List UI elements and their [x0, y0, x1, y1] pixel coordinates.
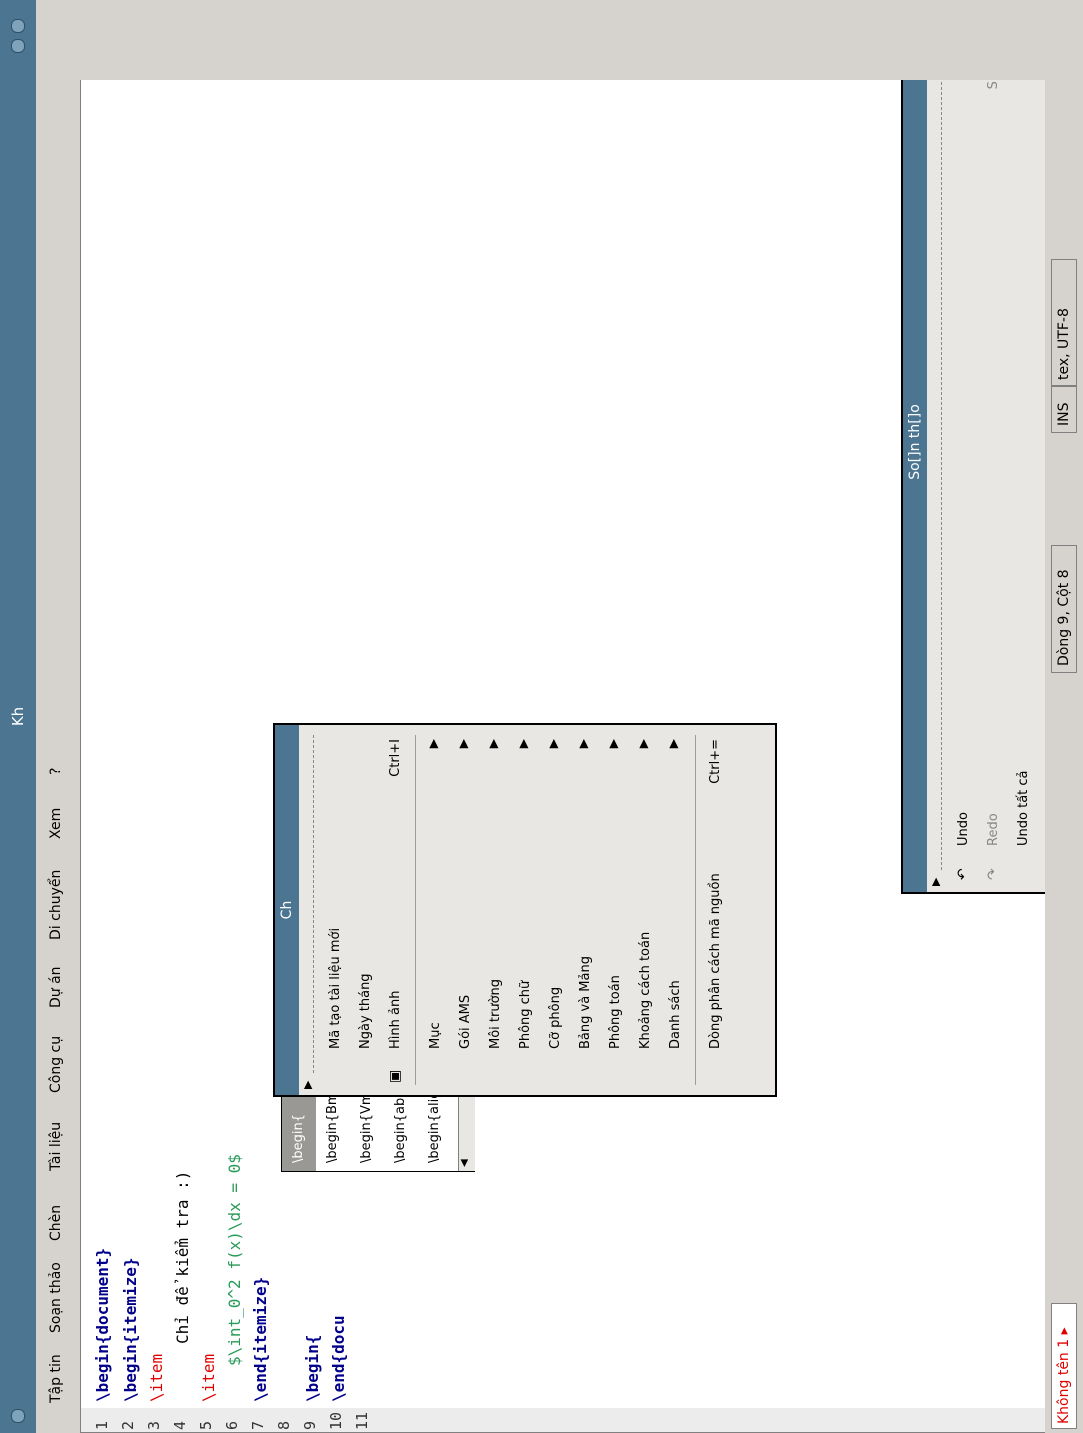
status-position: Dòng 9, Cột 8 — [1051, 545, 1077, 673]
menu-item-label: Undo tất cả — [1016, 770, 1031, 847]
menu-item-label: Phông toán — [608, 975, 623, 1049]
menu-item[interactable]: ▣ Hình ảnh Ctrl+I — [381, 725, 411, 1095]
submenu-arrow-icon: ▶ — [456, 739, 470, 749]
line-number: 1 — [93, 1420, 111, 1430]
menu-separator — [415, 735, 416, 1085]
title-bar: Kh — [0, 0, 36, 1433]
menu-navigate[interactable]: Di chuyển — [48, 870, 64, 940]
menu-item[interactable]: Danh sách ▶ — [661, 725, 691, 1095]
line-number: 9 — [301, 1420, 319, 1430]
tearoff-arrow-icon[interactable]: ▶ — [301, 1081, 314, 1089]
menu-separator — [695, 735, 696, 1085]
menu-item-label: Phông chữ — [518, 980, 533, 1049]
line-number: 6 — [223, 1420, 241, 1430]
menu-item[interactable]: Undo tất cả — [1009, 0, 1039, 892]
tab-label: Không tên 1 — [1056, 1338, 1072, 1424]
menu-help[interactable]: ? — [48, 768, 64, 775]
code-line-6: $\int_0^2 f(x)\dx = 0$ — [225, 1154, 244, 1366]
menu-item-shortcut: Ctrl+I — [388, 739, 403, 777]
window-title: Kh — [9, 706, 27, 727]
undo-icon: ↶ — [955, 868, 971, 880]
menu-item[interactable]: Mục ▶ — [421, 725, 451, 1095]
image-icon: ▣ — [387, 1069, 403, 1083]
maximize-icon[interactable] — [11, 39, 25, 53]
menu-item-label: Ngày tháng — [358, 973, 373, 1049]
redo-icon: ↷ — [985, 868, 1001, 880]
menu-item-label: Cỡ phông — [548, 986, 563, 1049]
code-line-2: \begin{itemize} — [121, 1257, 140, 1403]
line-number: 10 — [327, 1411, 345, 1430]
menu-item[interactable]: ↷RedoShift+Ctrl+Z — [979, 0, 1009, 892]
tearoff-line[interactable] — [313, 735, 314, 1073]
menu-item[interactable]: Cỡ phông ▶ — [541, 725, 571, 1095]
submenu-arrow-icon: ▶ — [516, 739, 530, 749]
code-line-5: \item — [199, 1353, 218, 1402]
menu-item-label: Gói AMS — [458, 994, 473, 1049]
line-number: 11 — [353, 1411, 371, 1430]
insert-menu: Ch ▶ Mã tạo tài liệu mới Ngày tháng ▣ Hình … — [273, 723, 777, 1097]
menu-item-label: Hình ảnh — [388, 990, 403, 1049]
close-icon[interactable] — [11, 19, 25, 33]
menu-item-label: Undo — [956, 812, 971, 846]
code-line-10: \end{docu — [329, 1315, 348, 1402]
menu-insert[interactable]: Chèn — [48, 1205, 64, 1241]
tearoff-arrow-icon[interactable]: ▶ — [929, 878, 942, 886]
menu-tools[interactable]: Công cụ — [48, 1036, 64, 1093]
status-bar: Không tên 1 ▸ Dòng 9, Cột 8 INS tex, UTF… — [1045, 80, 1083, 1433]
menu-item[interactable]: Bảng và Mảng ▶ — [571, 725, 601, 1095]
menu-item-label: Redo — [986, 813, 1001, 846]
menu-item-label: Bảng và Mảng — [578, 956, 593, 1049]
menu-item-label: Mục — [428, 1022, 443, 1049]
line-number: 2 — [119, 1420, 137, 1430]
menu-item[interactable]: Ngày tháng — [351, 725, 381, 1095]
menu-item[interactable]: Mã tạo tài liệu mới — [321, 725, 351, 1095]
code-line-1: \begin{document} — [93, 1247, 112, 1402]
tearoff-line[interactable] — [941, 2, 942, 870]
menu-item[interactable]: ↶UndoCtrl+Z — [949, 0, 979, 892]
menu-item-label: Dòng phân cách mã nguồn — [708, 873, 723, 1049]
submenu-arrow-icon: ▶ — [546, 739, 560, 749]
menu-item-label: Danh sách — [668, 980, 683, 1049]
menu-item-shortcut: Ctrl+= — [708, 739, 723, 784]
code-editor[interactable]: 1 2 3 4 5 6 7 8 9 10 11 \begin{document} \begin{it… — [80, 0, 1083, 1433]
line-number: 8 — [275, 1420, 293, 1430]
code-line-3: \item — [147, 1353, 166, 1402]
edit-menu-title: So[]n th[]o — [903, 0, 927, 892]
menu-view[interactable]: Xem — [48, 808, 64, 839]
menu-edit[interactable]: Soạn thảo — [48, 1262, 64, 1333]
insert-menu-title: Ch — [275, 725, 299, 1095]
code-line-7: \end{itemize} — [251, 1276, 270, 1402]
submenu-arrow-icon: ▶ — [636, 739, 650, 749]
menu-document[interactable]: Tài liệu — [48, 1122, 64, 1171]
status-encoding: tex, UTF-8 — [1051, 259, 1077, 387]
submenu-arrow-icon: ▶ — [426, 739, 440, 749]
line-number: 3 — [145, 1420, 163, 1430]
submenu-arrow-icon: ▶ — [486, 739, 500, 749]
submenu-arrow-icon: ▶ — [666, 739, 680, 749]
line-number: 5 — [197, 1420, 215, 1430]
menu-bar: Tập tin Soạn thảo Chèn Tài liệu Công cụ … — [36, 0, 81, 1433]
side-panel — [80, 0, 1083, 80]
menu-file[interactable]: Tập tin — [48, 1354, 64, 1403]
menu-item-label: Mã tạo tài liệu mới — [328, 927, 343, 1049]
submenu-arrow-icon: ▶ — [606, 739, 620, 749]
line-number: 7 — [249, 1420, 267, 1430]
menu-item[interactable]: Gói AMS ▶ — [451, 725, 481, 1095]
line-number: 4 — [171, 1420, 189, 1430]
menu-project[interactable]: Dự án — [48, 966, 64, 1008]
submenu-arrow-icon: ▶ — [576, 739, 590, 749]
menu-item[interactable]: Phông chữ ▶ — [511, 725, 541, 1095]
status-mode: INS — [1051, 385, 1077, 433]
menu-item[interactable]: Phông toán ▶ — [601, 725, 631, 1095]
rotated-window: Kh Tập tin Soạn thảo Chèn Tài liệu Công … — [0, 0, 1083, 1433]
menu-item-label: Khoảng cách toán — [638, 931, 653, 1049]
scroll-left-icon[interactable]: ◀ — [459, 1159, 470, 1167]
code-line-4: Chỉ để kiểm tra :) — [173, 1170, 192, 1344]
menu-item-label: Môi trường — [488, 978, 503, 1049]
code-line-9: \begin{ — [303, 1334, 322, 1402]
tab-untitled[interactable]: Không tên 1 ▸ — [1051, 1303, 1077, 1429]
menu-item[interactable]: Môi trường ▶ — [481, 725, 511, 1095]
menu-item[interactable]: Dòng phân cách mã nguồn Ctrl+= — [701, 725, 731, 1095]
menu-item[interactable]: Khoảng cách toán ▶ — [631, 725, 661, 1095]
